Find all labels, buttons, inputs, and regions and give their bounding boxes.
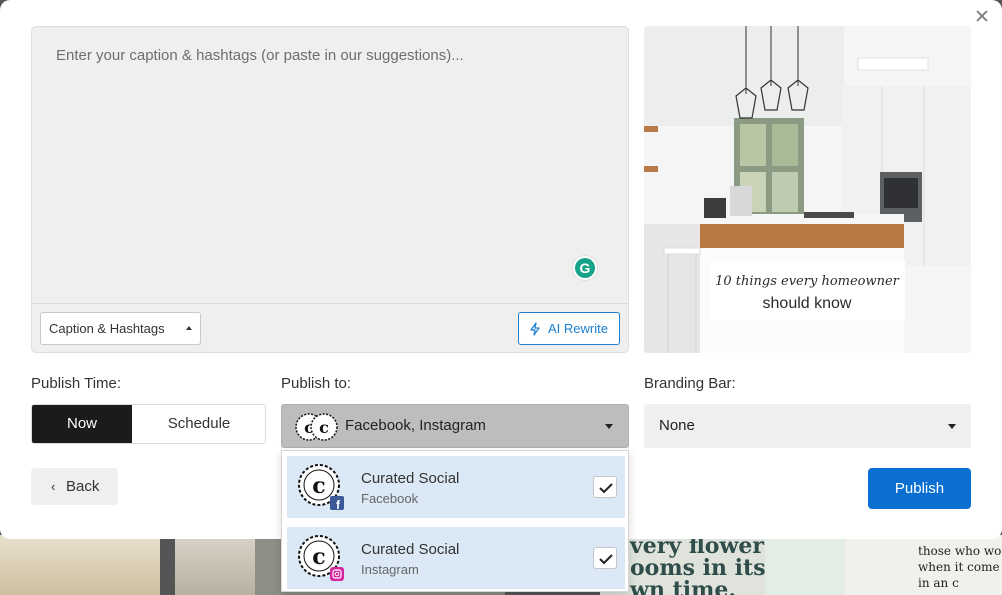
caret-down-icon — [605, 424, 613, 429]
caption-input[interactable] — [32, 27, 628, 303]
account-checkbox[interactable] — [593, 476, 617, 498]
caption-toolbar: Caption & Hashtags AI Rewrite — [32, 303, 628, 352]
publish-to-dropdown: c f Curated Social Facebook c Curated So… — [281, 450, 629, 592]
account-name: Curated Social — [361, 470, 460, 487]
account-avatars: c c — [295, 413, 338, 441]
background-tile-text: very flower ooms in its wn time. — [630, 533, 766, 595]
publish-schedule-option[interactable]: Schedule — [132, 405, 265, 443]
grammarly-icon[interactable]: G — [572, 255, 598, 281]
account-name: Curated Social — [361, 541, 460, 558]
publish-time-toggle: Now Schedule — [31, 404, 266, 444]
svg-text:c: c — [312, 473, 325, 499]
check-icon — [599, 483, 613, 494]
background-tile-text: those who wo when it come in an c — [918, 544, 1002, 590]
svg-text:c: c — [319, 418, 329, 437]
ai-rewrite-button[interactable]: AI Rewrite — [518, 312, 620, 345]
publish-to-value: Facebook, Instagram — [345, 417, 486, 434]
account-avatar: c — [298, 535, 344, 581]
background-tile — [0, 535, 160, 595]
publish-to-label: Publish to: — [281, 375, 352, 392]
background-tile — [765, 535, 845, 595]
caption-type-label: Caption & Hashtags — [49, 321, 165, 336]
lightning-icon — [530, 322, 540, 336]
publish-button[interactable]: Publish — [868, 468, 971, 509]
branding-bar-label: Branding Bar: — [644, 375, 736, 392]
branding-bar-select[interactable]: None — [644, 404, 971, 448]
caret-down-icon — [948, 424, 956, 429]
publish-time-label: Publish Time: — [31, 375, 122, 392]
facebook-icon: f — [330, 496, 344, 511]
account-option-facebook[interactable]: c f Curated Social Facebook — [287, 456, 625, 518]
svg-text:c: c — [312, 544, 325, 570]
instagram-icon — [330, 567, 344, 581]
chevron-left-icon: ‹ — [51, 479, 56, 494]
caret-up-icon — [186, 326, 192, 330]
preview-overlay-line1: 10 things every homeowner — [715, 274, 900, 289]
account-platform: Instagram — [361, 562, 419, 577]
caption-type-select[interactable]: Caption & Hashtags — [40, 312, 201, 345]
post-image-preview: 10 things every homeowner should know — [644, 26, 971, 353]
account-option-instagram[interactable]: c Curated Social Instagram — [287, 527, 625, 589]
branding-bar-value: None — [659, 417, 695, 434]
back-button[interactable]: ‹ Back — [31, 468, 118, 505]
back-label: Back — [66, 478, 100, 495]
caption-editor: G Caption & Hashtags AI Rewrite — [31, 26, 629, 353]
check-icon — [599, 554, 613, 565]
close-icon[interactable] — [972, 6, 992, 26]
publish-now-option[interactable]: Now — [32, 405, 132, 443]
preview-overlay-line2: should know — [763, 295, 852, 312]
ai-rewrite-label: AI Rewrite — [548, 321, 608, 336]
account-checkbox[interactable] — [593, 547, 617, 569]
account-avatar: c f — [298, 464, 344, 511]
account-platform: Facebook — [361, 491, 419, 506]
publish-to-select[interactable]: c c Facebook, Instagram — [281, 404, 629, 448]
